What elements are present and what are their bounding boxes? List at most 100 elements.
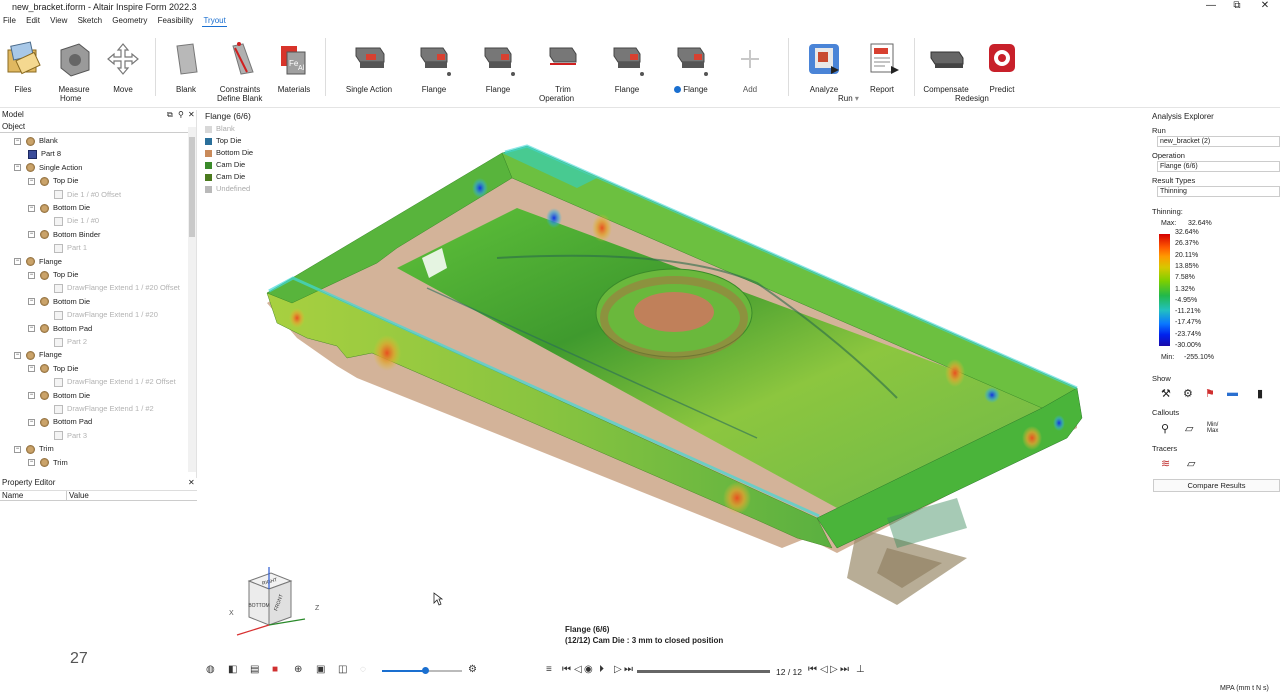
tree-item[interactable]: − Top Die	[28, 364, 78, 377]
tree-item[interactable]: − Flange	[14, 257, 62, 270]
show-hide-icon[interactable]: ◧	[228, 664, 237, 675]
group-run-label[interactable]: Run ▾	[838, 94, 859, 103]
flange-button-4[interactable]: Flange	[663, 40, 719, 94]
expand-toggle-icon[interactable]: −	[28, 231, 35, 239]
expand-toggle-icon[interactable]: −	[28, 365, 35, 373]
tree-item[interactable]: DrawFlange Extend 1 / #20	[54, 310, 158, 323]
tree-item[interactable]: − Bottom Die	[28, 203, 90, 216]
add-button[interactable]: Add	[722, 40, 778, 94]
model-scrollbar[interactable]	[188, 127, 196, 472]
menu-tryout[interactable]: Tryout	[202, 15, 227, 27]
step-right-icon[interactable]: ▷	[830, 664, 838, 675]
show-part-icon[interactable]: ⚑	[1205, 387, 1215, 400]
tracers-lines-icon[interactable]: ≋	[1161, 457, 1170, 470]
tree-item[interactable]: − Bottom Die	[28, 391, 90, 404]
expand-toggle-icon[interactable]: −	[28, 204, 35, 212]
step-forward-icon[interactable]: ⏭	[840, 664, 849, 675]
transparency-icon[interactable]: ◌	[360, 664, 366, 675]
close-icon[interactable]: ✕	[188, 478, 195, 487]
tree-item[interactable]: − Blank	[14, 136, 58, 149]
first-frame-icon[interactable]: ⏮	[562, 664, 571, 675]
scroll-thumb[interactable]	[189, 137, 195, 237]
menu-edit[interactable]: Edit	[25, 15, 41, 26]
result-type-select[interactable]: Thinning	[1157, 186, 1280, 197]
expand-toggle-icon[interactable]: −	[28, 418, 35, 426]
search-icon[interactable]: ⚲	[178, 110, 184, 119]
tree-item[interactable]: Part 8	[28, 149, 61, 162]
tree-item[interactable]: − Bottom Pad	[28, 417, 92, 430]
tree-item[interactable]: Part 2	[54, 337, 87, 350]
maximize-button[interactable]: ⧉	[1222, 0, 1252, 11]
filter-icon[interactable]: ⧉	[167, 110, 173, 120]
tree-item[interactable]: Die 1 / #0	[54, 216, 99, 229]
expand-toggle-icon[interactable]: −	[28, 459, 35, 467]
tree-item[interactable]: DrawFlange Extend 1 / #2 Offset	[54, 377, 176, 390]
3d-viewport[interactable]: Flange (6/6) Blank Top Die Bottom Die Cam D…	[197, 108, 1147, 682]
slider-thumb[interactable]	[422, 667, 429, 674]
close-icon[interactable]: ✕	[188, 110, 195, 119]
callout-box-icon[interactable]: ▱	[1185, 422, 1193, 435]
tree-item[interactable]: − Bottom Die	[28, 297, 90, 310]
menu-view[interactable]: View	[49, 15, 68, 26]
tree-item[interactable]: − Trim	[28, 458, 68, 471]
operation-select[interactable]: Flange (6/6)	[1157, 161, 1280, 172]
view-cube[interactable]: RIGHT BOTTOM FRONT X Z	[227, 563, 327, 643]
tree-item[interactable]: − Trim	[14, 444, 54, 457]
stop-icon[interactable]: ◉	[584, 664, 593, 675]
highlight-icon[interactable]: ■	[272, 664, 278, 675]
files-button[interactable]: Files	[0, 40, 51, 94]
expand-toggle-icon[interactable]: −	[14, 258, 21, 266]
axes-icon[interactable]: ⊥	[856, 664, 865, 675]
list-icon[interactable]: ≡	[546, 664, 552, 675]
previous-frame-icon[interactable]: ◁	[574, 664, 582, 675]
expand-toggle-icon[interactable]: −	[28, 177, 35, 185]
compare-results-button[interactable]: Compare Results	[1153, 479, 1280, 492]
step-back-icon[interactable]: ⏮	[808, 664, 817, 675]
tree-item[interactable]: Part 1	[54, 243, 87, 256]
section-icon[interactable]: ▤	[250, 664, 259, 675]
callout-pin-icon[interactable]: ⚲	[1161, 422, 1169, 435]
timeline-slider[interactable]	[637, 670, 770, 673]
step-left-icon[interactable]: ◁	[820, 664, 828, 675]
close-button[interactable]: ✕	[1250, 0, 1280, 11]
last-frame-icon[interactable]: ⏭	[624, 664, 633, 675]
tree-item[interactable]: Part 3	[54, 431, 87, 444]
constraints-button[interactable]: Constraints	[212, 40, 268, 94]
expand-toggle-icon[interactable]: −	[28, 392, 35, 400]
expand-toggle-icon[interactable]: −	[14, 137, 21, 145]
zoom-icon[interactable]: ⊕	[294, 664, 302, 675]
run-select[interactable]: new_bracket (2)	[1157, 136, 1280, 147]
flange-button-3[interactable]: Flange	[599, 40, 655, 94]
menu-feasibility[interactable]: Feasibility	[157, 15, 195, 26]
expand-toggle-icon[interactable]: −	[28, 298, 35, 306]
settings-icon[interactable]: ⚙	[468, 664, 477, 675]
predict-button[interactable]: Predict	[974, 40, 1030, 94]
box-icon[interactable]: ◫	[338, 664, 347, 675]
units-display[interactable]: MPA (mm t N s)	[1220, 685, 1269, 692]
tracers-box-icon[interactable]: ▱	[1187, 457, 1195, 470]
tree-item[interactable]: − Single Action	[14, 163, 82, 176]
blank-button[interactable]: Blank	[158, 40, 214, 94]
play-icon[interactable]: ⏵	[599, 664, 604, 675]
move-button[interactable]: Move	[95, 40, 151, 94]
tree-item[interactable]: − Bottom Pad	[28, 324, 92, 337]
expand-toggle-icon[interactable]: −	[14, 164, 21, 172]
tree-item[interactable]: DrawFlange Extend 1 / #2	[54, 404, 154, 417]
show-section-icon[interactable]: ▬	[1227, 387, 1238, 399]
tree-item[interactable]: − Top Die	[28, 176, 78, 189]
transparency-slider[interactable]	[382, 667, 462, 674]
measure-button[interactable]: Measure	[46, 40, 102, 94]
menu-sketch[interactable]: Sketch	[77, 15, 103, 26]
trim-button[interactable]: Trim	[535, 40, 591, 94]
flange-button-2[interactable]: Flange	[470, 40, 526, 94]
compensate-button[interactable]: Compensate	[918, 40, 974, 94]
tree-item[interactable]: − Flange	[14, 350, 62, 363]
part-model[interactable]	[197, 108, 1147, 682]
analyze-button[interactable]: Analyze	[796, 40, 852, 94]
minmax-button[interactable]: Min/ Max	[1207, 422, 1223, 434]
single-action-button[interactable]: Single Action	[341, 40, 397, 94]
tree-item[interactable]: Die 1 / #0 Offset	[54, 190, 121, 203]
flange-button-1[interactable]: Flange	[406, 40, 462, 94]
fit-view-icon[interactable]: ▣	[316, 664, 325, 675]
tree-item[interactable]: − Top Die	[28, 270, 78, 283]
